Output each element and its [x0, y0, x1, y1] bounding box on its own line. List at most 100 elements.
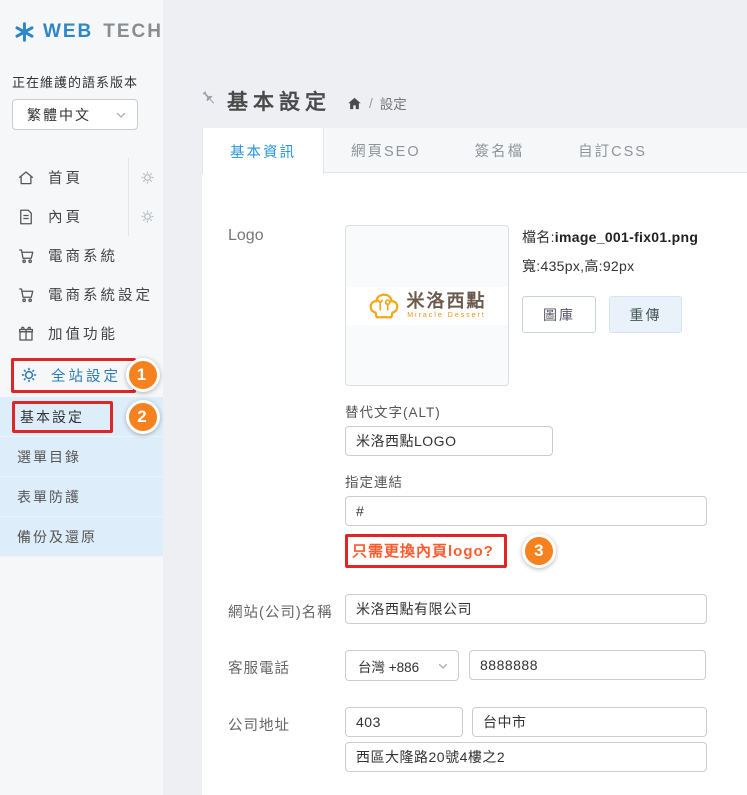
address-fields — [345, 707, 707, 772]
language-maintain-label: 正在維護的語系版本 — [12, 75, 139, 90]
file-name-label: 檔名: — [522, 229, 555, 245]
phone-country-value: 台灣 +886 — [358, 659, 420, 675]
annotation-red-box-1: 全站設定 — [11, 357, 136, 393]
sidebar-item-site-settings[interactable]: 全站設定 1 — [0, 353, 163, 397]
submenu-item-label: 選單目錄 — [17, 448, 81, 465]
language-select-value: 繁體中文 — [27, 106, 91, 123]
sidebar-menu: 首頁 內頁 電商系統 電商系統設定 加值功能 全站設定 1 — [0, 158, 163, 397]
basic-settings-form: Logo 米洛西點 Miracle Dessert 檔名:image_001-f… — [202, 173, 747, 795]
sidebar-item-home[interactable]: 首頁 — [0, 158, 163, 197]
site-name-input[interactable] — [345, 594, 707, 624]
submenu-item-backup-restore[interactable]: 備份及還原 — [0, 517, 163, 557]
cart-icon — [19, 248, 34, 263]
breadcrumb: / 設定 — [347, 93, 407, 113]
address-row: 公司地址 — [228, 707, 721, 772]
page-header: 基本設定 / 設定 — [163, 0, 747, 128]
submenu-item-label: 基本設定 — [20, 408, 84, 425]
sidebar-item-inner-pages[interactable]: 內頁 — [0, 197, 163, 236]
gear-icon — [141, 171, 154, 184]
submenu-item-basic-settings[interactable]: 基本設定 2 — [0, 397, 163, 437]
annotation-red-box-2: 基本設定 — [12, 400, 113, 433]
breadcrumb-separator: / — [369, 95, 373, 111]
site-name-label: 網站(公司)名稱 — [228, 605, 333, 621]
logo-brand-text-block: 米洛西點 Miracle Dessert — [407, 292, 487, 319]
logo-file-info: 檔名:image_001-fix01.png 寬:435px,高:92px 圖庫… — [522, 225, 698, 386]
site-settings-submenu: 基本設定 2 選單目錄 表單防護 備份及還原 — [0, 397, 163, 557]
gallery-button[interactable]: 圖庫 — [522, 296, 596, 333]
address-label: 公司地址 — [228, 718, 290, 734]
sidebar-item-addons[interactable]: 加值功能 — [0, 314, 163, 353]
brand-web-text: WEB — [42, 21, 94, 42]
sidebar-item-ecommerce-settings[interactable]: 電商系統設定 — [0, 275, 163, 314]
logo-label: Logo — [228, 227, 264, 244]
cart-icon — [19, 287, 34, 302]
pushpin-icon — [202, 91, 215, 104]
annotation-badge-1: 1 — [126, 358, 160, 392]
tab-label: 網頁SEO — [351, 144, 421, 160]
document-icon — [20, 209, 32, 224]
tab-custom-css[interactable]: 自訂CSS — [551, 128, 674, 173]
logo-field-column: 米洛西點 Miracle Dessert 檔名:image_001-fix01.… — [345, 225, 707, 568]
chevron-down-icon — [438, 663, 448, 669]
note-row: 只需更換內頁logo? 3 — [345, 534, 707, 568]
language-select[interactable]: 繁體中文 — [12, 99, 138, 130]
inner-pages-settings-gear[interactable] — [128, 197, 155, 236]
tab-bar: 基本資訊 網頁SEO 簽名檔 自訂CSS — [202, 128, 747, 174]
main-content: 基本設定 / 設定 基本資訊 網頁SEO 簽名檔 自訂CSS Logo 米洛西點… — [163, 0, 747, 795]
breadcrumb-current: 設定 — [379, 97, 407, 112]
sidebar-item-ecommerce[interactable]: 電商系統 — [0, 236, 163, 275]
inner-logo-note-link[interactable]: 只需更換內頁logo? — [352, 543, 494, 560]
tab-signature[interactable]: 簽名檔 — [448, 128, 552, 173]
logo-brand-name: 米洛西點 — [406, 291, 487, 311]
file-name-value: image_001-fix01.png — [554, 229, 699, 245]
link-input[interactable] — [345, 496, 707, 526]
file-dimensions: 寬:435px,高:92px — [522, 258, 635, 274]
home-icon — [18, 170, 34, 184]
address-zip-input[interactable] — [345, 707, 463, 737]
alt-text-input[interactable] — [345, 426, 553, 456]
logo-row: Logo 米洛西點 Miracle Dessert 檔名:image_001-f… — [228, 225, 721, 568]
logo-preview-box: 米洛西點 Miracle Dessert — [345, 225, 509, 386]
submenu-item-menu-catalog[interactable]: 選單目錄 — [0, 437, 163, 477]
asterisk-logo-icon — [15, 22, 34, 42]
page-title: 基本設定 — [227, 91, 331, 114]
reupload-button[interactable]: 重傳 — [609, 296, 682, 333]
submenu-item-form-protection[interactable]: 表單防護 — [0, 477, 163, 517]
sidebar: WEB TECH 正在維護的語系版本 繁體中文 首頁 內頁 電商系統 電商系統設… — [0, 0, 163, 795]
tab-label: 自訂CSS — [578, 144, 647, 160]
phone-row: 客服電話 台灣 +886 — [228, 650, 721, 681]
annotation-badge-3: 3 — [521, 534, 556, 568]
sidebar-item-label: 全站設定 — [51, 368, 121, 385]
gear-icon — [21, 367, 37, 383]
tab-basic-info[interactable]: 基本資訊 — [202, 128, 324, 174]
app-window: WEB TECH 正在維護的語系版本 繁體中文 首頁 內頁 電商系統 電商系統設… — [0, 0, 747, 795]
phone-label: 客服電話 — [228, 661, 290, 677]
sidebar-item-label: 電商系統 — [48, 249, 118, 265]
annotation-red-box-3: 只需更換內頁logo? — [345, 534, 507, 568]
sidebar-item-label: 首頁 — [48, 171, 83, 187]
phone-country-select[interactable]: 台灣 +886 — [345, 650, 459, 681]
annotation-badge-2: 2 — [126, 400, 160, 434]
phone-number-input[interactable] — [469, 650, 706, 680]
tab-label: 基本資訊 — [230, 144, 296, 161]
gear-icon — [141, 210, 154, 223]
logo-brand-subtitle: Miracle Dessert — [407, 312, 486, 319]
sidebar-item-label: 加值功能 — [48, 327, 118, 343]
submenu-item-label: 表單防護 — [17, 488, 81, 505]
logo-image: 米洛西點 Miracle Dessert — [346, 286, 508, 325]
breadcrumb-home-icon[interactable] — [347, 96, 362, 111]
tab-label: 簽名檔 — [474, 144, 525, 160]
address-city-input[interactable] — [472, 707, 707, 737]
address-street-input[interactable] — [345, 742, 707, 772]
brand-tech-text: TECH — [103, 21, 163, 42]
settings-card: 基本資訊 網頁SEO 簽名檔 自訂CSS Logo 米洛西點 Miracle D… — [202, 128, 747, 795]
chevron-down-icon — [116, 112, 126, 118]
sidebar-item-label: 電商系統設定 — [48, 288, 153, 304]
brand-logo[interactable]: WEB TECH — [0, 0, 163, 50]
tab-web-seo[interactable]: 網頁SEO — [324, 128, 448, 173]
home-settings-gear[interactable] — [128, 158, 155, 197]
alt-text-label: 替代文字(ALT) — [345, 405, 441, 420]
gift-icon — [18, 326, 34, 341]
link-label: 指定連結 — [345, 475, 403, 490]
sidebar-item-label: 內頁 — [48, 210, 83, 226]
